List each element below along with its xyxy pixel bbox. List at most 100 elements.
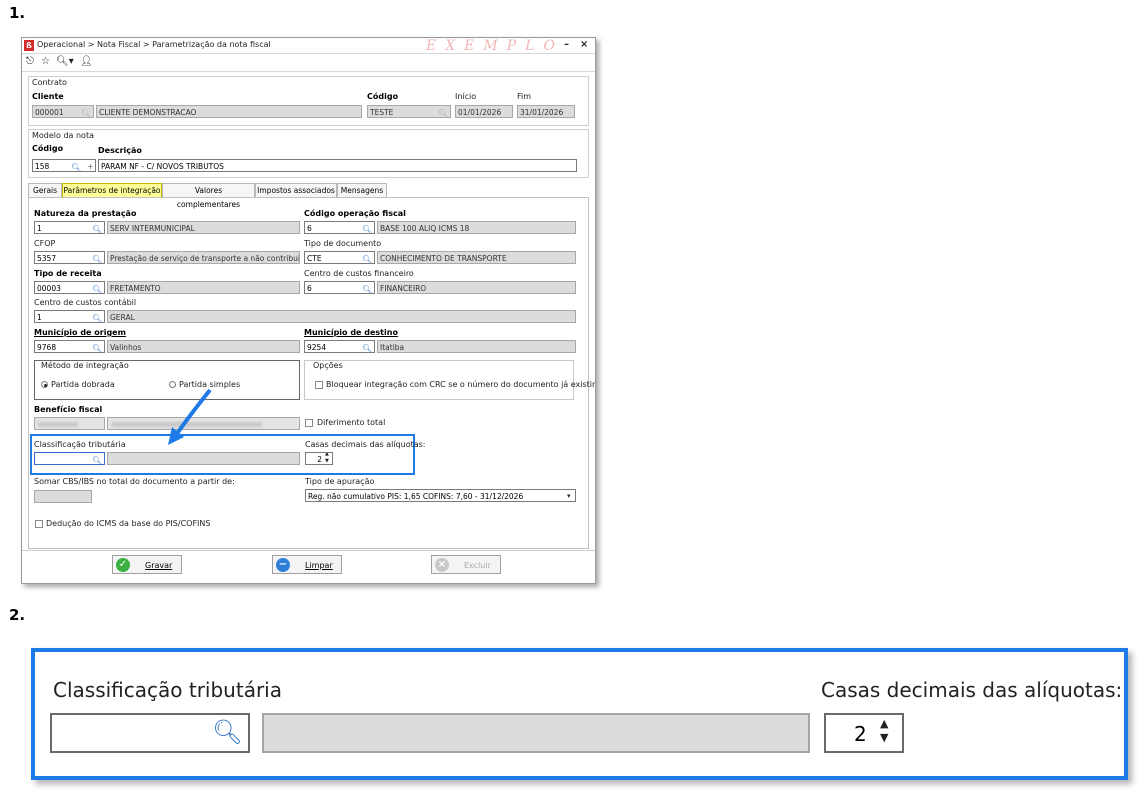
tab-gerais[interactable]: Gerais — [28, 183, 62, 197]
lookup-icon[interactable]: 🔍︎ — [92, 283, 102, 293]
fim-field: 31/01/2026 — [517, 105, 575, 118]
beneficio-label: Benefício fiscal — [34, 405, 103, 414]
lookup-icon[interactable]: 🔍︎ — [92, 342, 102, 352]
lookup-icon[interactable]: 🔍︎ — [81, 107, 91, 117]
limpar-button[interactable]: − Limpar — [272, 555, 342, 574]
mundest-code-field[interactable]: 9254 🔍︎ — [304, 340, 375, 353]
tiporec-code-field[interactable]: 00003 🔍︎ — [34, 281, 105, 294]
delete-x-icon: × — [435, 558, 449, 572]
lookup-icon[interactable]: 🔍︎ — [92, 454, 102, 464]
opcoes-title: Opções — [311, 361, 345, 370]
munorig-desc-field: Valinhos — [107, 340, 300, 353]
lookup-icon[interactable]: 🔍︎ — [92, 223, 102, 233]
lookup-icon[interactable]: 🔍︎ — [92, 253, 102, 263]
modelo-section: Modelo da nota Código 158 🔍︎ + Descrição… — [28, 129, 589, 178]
user-icon[interactable]: 👤︎ — [80, 56, 93, 67]
tab-valores-complementares[interactable]: Valores complementares — [162, 183, 255, 209]
metodo-title: Método de integração — [39, 361, 131, 370]
tipodoc-code-field[interactable]: CTE 🔍︎ — [304, 251, 375, 264]
minus-circle-icon: − — [276, 558, 290, 572]
diferimento-checkbox[interactable] — [305, 419, 313, 427]
descricao-field[interactable]: PARAM NF - C/ NOVOS TRIBUTOS — [98, 159, 577, 172]
metodo-option-partida-dobrada[interactable]: Partida dobrada — [41, 380, 131, 390]
excluir-button[interactable]: × Excluir — [431, 555, 501, 574]
close-button[interactable]: × — [580, 39, 588, 50]
zoom-classif-code-field[interactable]: 🔍︎ — [50, 713, 250, 753]
cliente-name-field: CLIENTE DEMONSTRACAO — [96, 105, 362, 118]
codop-desc-field: BASE 100 ALIQ ICMS 18 — [377, 221, 576, 234]
modelo-codigo-field[interactable]: 158 🔍︎ + — [32, 159, 96, 172]
lookup-icon[interactable]: 🔍︎ — [362, 223, 372, 233]
cliente-label: Cliente — [32, 92, 64, 101]
cliente-code-field[interactable]: 000001 🔍︎ — [32, 105, 94, 118]
bloquear-checkbox[interactable] — [315, 381, 323, 389]
casas-label: Casas decimais das alíquotas: — [305, 440, 426, 449]
exit-icon[interactable]: ⎋ — [26, 56, 34, 67]
pointer-arrow — [168, 388, 212, 445]
gravar-label: Gravar — [145, 561, 173, 570]
zoom-classif-desc-field — [262, 713, 810, 753]
tipoapur-label: Tipo de apuração — [305, 477, 375, 486]
mundest-code-value: 9254 — [307, 343, 327, 352]
divider — [22, 550, 595, 551]
ccfin-label: Centro de custos financeiro — [304, 269, 414, 278]
codop-code-field[interactable]: 6 🔍︎ — [304, 221, 375, 234]
window-breadcrumb: Operacional > Nota Fiscal > Parametrizaç… — [37, 40, 271, 49]
search-icon[interactable]: 🔍︎ — [212, 718, 242, 746]
lookup-icon[interactable]: 🔍︎ — [362, 342, 372, 352]
natureza-code-value: 1 — [37, 224, 42, 233]
mundest-label: Município de destino — [304, 328, 398, 337]
chevron-down-icon[interactable]: ▾ — [567, 490, 571, 501]
opcoes-groupbox: Opções Bloquear integração com CRC se o … — [304, 360, 595, 400]
cfop-code-field[interactable]: 5357 🔍︎ — [34, 251, 105, 264]
zoom-casas-spinner[interactable]: 2 ▲ ▼ — [824, 713, 904, 753]
lookup-icon[interactable]: 🔍︎ — [362, 283, 372, 293]
tipoapur-value: Reg. não cumulativo PIS: 1,65 COFINS: 7,… — [308, 492, 524, 501]
casas-spinner[interactable]: 2 ▲ ▼ — [305, 452, 333, 465]
cccont-code-value: 1 — [37, 313, 42, 322]
title-bar: ß Operacional > Nota Fiscal > Parametriz… — [22, 38, 595, 54]
app-logo-icon: ß — [24, 40, 34, 51]
checkmark-icon: ✓ — [116, 558, 130, 572]
search-dropdown-icon[interactable]: 🔍︎▾ — [56, 56, 74, 67]
contrato-title: Contrato — [32, 78, 67, 87]
add-icon[interactable]: + — [87, 160, 94, 171]
modelo-title: Modelo da nota — [32, 131, 94, 140]
tab-parametros-integracao[interactable]: Parâmetros de integração — [62, 183, 162, 197]
minimize-button[interactable]: – — [564, 39, 569, 50]
codigo-contrato-label: Código — [367, 92, 399, 101]
codigo-contrato-field[interactable]: TESTE 🔍︎ — [367, 105, 451, 118]
tiporec-label: Tipo de receita — [34, 269, 102, 278]
descricao-label: Descrição — [98, 146, 142, 155]
natureza-code-field[interactable]: 1 🔍︎ — [34, 221, 105, 234]
metodo-option-label: Partida dobrada — [51, 380, 115, 389]
step-number-1: 1. — [9, 4, 26, 22]
cccont-code-field[interactable]: 1 🔍︎ — [34, 310, 105, 323]
ccfin-desc-field: FINANCEIRO — [377, 281, 576, 294]
codop-code-value: 6 — [307, 224, 312, 233]
lookup-icon[interactable]: 🔍︎ — [71, 161, 81, 171]
tab-impostos-associados[interactable]: Impostos associados — [255, 183, 337, 197]
cfop-label: CFOP — [34, 239, 56, 248]
favorite-star-icon[interactable]: ☆ — [41, 56, 50, 67]
somar-field[interactable] — [34, 490, 92, 503]
ccfin-code-field[interactable]: 6 🔍︎ — [304, 281, 375, 294]
tab-mensagens[interactable]: Mensagens — [337, 183, 387, 197]
casas-value: 2 — [317, 455, 322, 464]
radio-selected-icon[interactable] — [41, 381, 48, 388]
inicio-label: Início — [455, 92, 477, 101]
tipoapur-select[interactable]: Reg. não cumulativo PIS: 1,65 COFINS: 7,… — [305, 489, 576, 502]
lookup-icon[interactable]: 🔍︎ — [362, 253, 372, 263]
spin-updown-icon[interactable]: ▲ ▼ — [880, 717, 888, 745]
lookup-icon[interactable]: 🔍︎ — [438, 107, 448, 117]
beneficio-code-field[interactable] — [34, 417, 105, 430]
cfop-desc-field: Prestação de serviço de transporte a não… — [107, 251, 300, 264]
lookup-icon[interactable]: 🔍︎ — [92, 312, 102, 322]
spin-updown-icon[interactable]: ▲ ▼ — [325, 453, 329, 464]
deducao-checkbox[interactable] — [35, 520, 43, 528]
fim-label: Fim — [517, 92, 532, 101]
limpar-label: Limpar — [305, 561, 333, 570]
classif-code-field[interactable]: 🔍︎ — [34, 452, 105, 465]
munorig-code-field[interactable]: 9768 🔍︎ — [34, 340, 105, 353]
gravar-button[interactable]: ✓ Gravar — [112, 555, 182, 574]
